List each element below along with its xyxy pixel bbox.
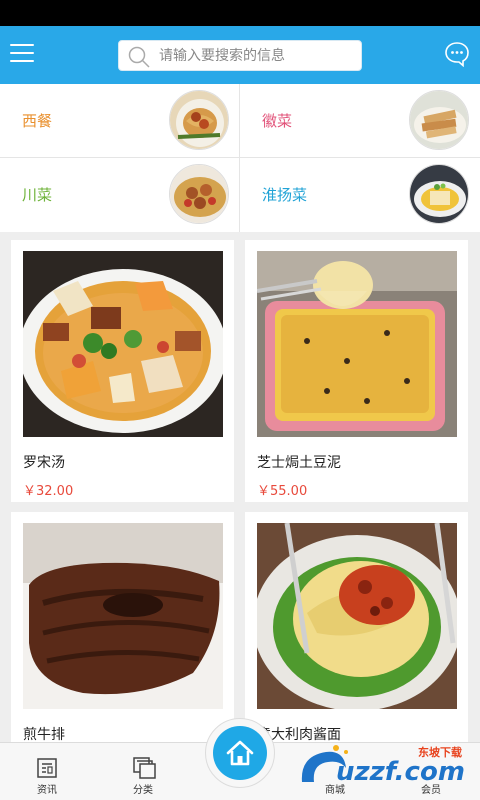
divider <box>239 84 240 232</box>
menu-icon[interactable] <box>10 42 34 64</box>
home-button[interactable] <box>205 718 275 788</box>
product-image <box>23 523 223 709</box>
category-icon <box>133 757 156 779</box>
category-huicai[interactable]: 徽菜 <box>240 84 479 157</box>
product-image <box>257 523 457 709</box>
category-label: 淮扬菜 <box>262 186 308 204</box>
watermark-logo: uzzf.com 东坡下载 <box>296 742 474 792</box>
category-label: 西餐 <box>22 112 53 130</box>
product-card-yidali-mianshi[interactable]: 意大利肉酱面 <box>245 512 468 742</box>
divider <box>0 157 480 158</box>
product-name: 芝士焗土豆泥 <box>257 455 341 471</box>
search-icon <box>128 46 150 68</box>
category-thumbnail <box>409 164 469 224</box>
category-thumbnail <box>169 164 229 224</box>
product-price: ￥32.00 <box>23 484 74 499</box>
product-image <box>23 251 223 437</box>
category-huaiyangcai[interactable]: 淮扬菜 <box>240 158 479 231</box>
category-thumbnail <box>409 90 469 150</box>
category-grid: 西餐 徽菜 川菜 淮扬菜 <box>0 84 480 232</box>
tab-label: 资讯 <box>37 785 57 796</box>
search-box[interactable] <box>118 40 362 71</box>
category-xican[interactable]: 西餐 <box>0 84 239 157</box>
category-label: 徽菜 <box>262 112 293 130</box>
product-card-zhishi-tudouni[interactable]: 芝士焗土豆泥 ￥55.00 <box>245 240 468 502</box>
product-card-jianniupai[interactable]: 煎牛排 <box>11 512 234 742</box>
product-name: 煎牛排 <box>23 727 65 742</box>
svg-text:东坡下载: 东坡下载 <box>418 745 462 759</box>
top-bar <box>0 26 480 84</box>
news-icon <box>37 758 57 778</box>
category-thumbnail <box>169 90 229 150</box>
home-icon <box>226 740 254 766</box>
product-card-luosongtang[interactable]: 罗宋汤 ￥32.00 <box>11 240 234 502</box>
product-image <box>257 251 457 437</box>
category-label: 川菜 <box>22 186 53 204</box>
status-bar <box>0 0 480 26</box>
tab-category[interactable]: 分类 <box>108 743 178 800</box>
tab-news[interactable]: 资讯 <box>12 743 82 800</box>
product-price: ￥55.00 <box>257 484 308 499</box>
message-icon[interactable] <box>444 41 470 67</box>
search-input[interactable] <box>159 45 355 67</box>
category-chuancai[interactable]: 川菜 <box>0 158 239 231</box>
tab-label: 分类 <box>133 785 153 796</box>
product-name: 罗宋汤 <box>23 455 65 471</box>
svg-text:uzzf.com: uzzf.com <box>336 757 465 787</box>
